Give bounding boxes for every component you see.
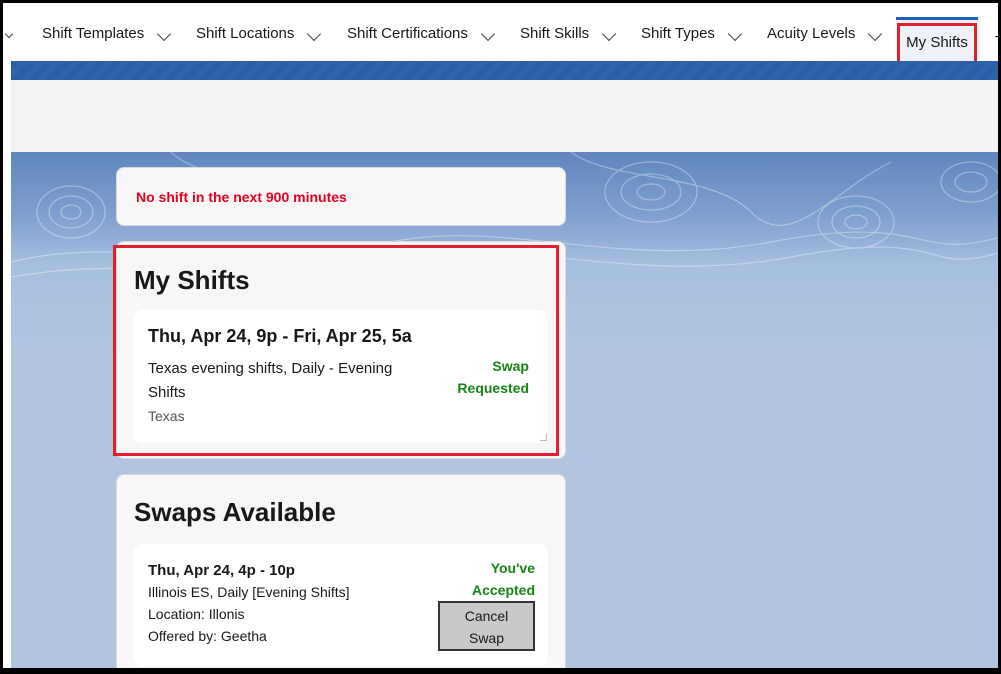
tab-label: Shift Certifications [347,25,468,42]
chevron-down-icon[interactable] [307,26,322,42]
next-shift-alert-card: No shift in the next 900 minutes [116,167,566,226]
button-label-line: Cancel [464,608,509,624]
chevron-down-icon[interactable] [4,29,14,39]
next-shift-alert: No shift in the next 900 minutes [136,189,347,205]
tab-label: Shift Types [641,25,715,42]
swaps-available-title: Swaps Available [134,497,336,527]
tab-cut-off[interactable]: T [995,33,998,50]
tab-label: My Shifts [906,34,968,51]
tab-label: Shift Skills [520,25,590,42]
chevron-down-icon[interactable] [480,26,495,42]
status-line: Accepted [471,582,535,598]
swap-date-range: Thu, Apr 24, 4p - 10p [148,562,295,579]
page-header-area [11,80,998,152]
status-line: You've [490,560,535,576]
top-nav: Shift Templates Shift Locations Shift Ce… [3,3,998,69]
button-label-line: Swap [468,630,505,646]
tab-shift-skills[interactable]: Shift Skills [520,25,617,55]
tab-acuity-levels[interactable]: Acuity Levels [767,25,883,55]
my-shifts-highlight [113,245,559,456]
app-window: Shift Templates Shift Locations Shift Ce… [0,0,1001,674]
chevron-down-icon[interactable] [602,26,617,42]
tab-label: Shift Locations [196,25,295,42]
swap-status-badge: You've Accepted [423,557,535,601]
swap-description: Illinois ES, Daily [Evening Shifts] [148,584,350,600]
header-band [11,63,998,80]
tab-shift-types[interactable]: Shift Types [641,25,743,55]
swap-location: Location: Illonis [148,606,245,622]
tab-shift-locations[interactable]: Shift Locations [196,25,322,55]
tab-label: Shift Templates [42,25,145,42]
cancel-swap-button[interactable]: Cancel Swap [438,601,535,651]
chevron-down-icon[interactable] [868,26,883,42]
tab-shift-templates[interactable]: Shift Templates [42,25,172,55]
swap-offered-by: Offered by: Geetha [148,628,267,644]
chevron-down-icon[interactable] [157,26,172,42]
tab-label: Acuity Levels [767,25,856,42]
chevron-down-icon[interactable] [727,26,743,42]
tab-shift-certifications[interactable]: Shift Certifications [347,25,495,55]
